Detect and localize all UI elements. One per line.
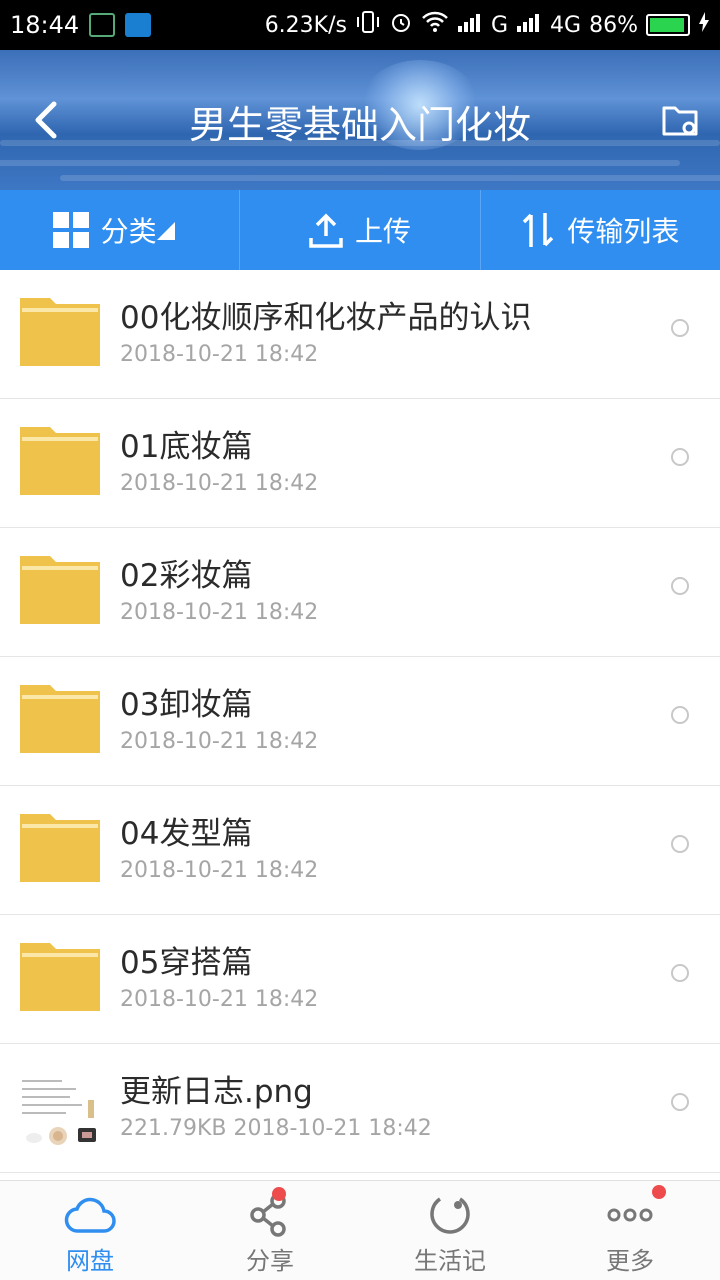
grid-icon [52, 212, 89, 248]
vibrate-icon [355, 10, 381, 40]
battery-icon [646, 14, 690, 36]
nav-label: 更多 [606, 1247, 654, 1275]
signal-icon [457, 11, 483, 39]
select-radio[interactable] [671, 319, 689, 337]
nav-label: 分享 [246, 1247, 294, 1275]
file-list: 00化妆顺序和化妆产品的认识 2018-10-21 18:42 01底妆篇 20… [0, 270, 720, 1173]
app-notification-icon [89, 13, 116, 37]
category-button[interactable]: 分类 [0, 190, 241, 270]
cloud-icon [64, 1197, 116, 1233]
nav-share[interactable]: 分享 [180, 1181, 360, 1280]
folder-icon [20, 556, 100, 624]
alarm-icon [389, 10, 413, 40]
share-icon [250, 1193, 286, 1237]
select-radio[interactable] [671, 1093, 689, 1111]
nav-label: 生活记 [414, 1247, 486, 1275]
folder-icon [20, 943, 100, 1011]
select-radio[interactable] [671, 964, 689, 982]
folder-icon [20, 298, 100, 366]
list-item[interactable]: 03卸妆篇 2018-10-21 18:42 [0, 657, 720, 786]
page-title: 男生零基础入门化妆 [188, 103, 531, 147]
image-thumbnail [18, 1070, 104, 1150]
nav-cloud-drive[interactable]: 网盘 [0, 1181, 180, 1280]
signal-icon-2 [516, 11, 542, 39]
battery-percent: 86% [589, 12, 638, 38]
folder-icon [20, 427, 100, 495]
network-type-2: 4G [550, 12, 582, 38]
clock: 18:44 [10, 11, 80, 39]
charging-icon [698, 11, 710, 39]
upload-label: 上传 [354, 215, 411, 248]
file-name: 00化妆顺序和化妆产品的认识 [120, 300, 532, 336]
bottom-navigation: 网盘 分享 生活记 更多 [0, 1180, 720, 1280]
nav-label: 网盘 [66, 1247, 114, 1275]
life-record-icon [430, 1197, 470, 1234]
header: 男生零基础入门化妆 [0, 50, 720, 190]
header-wave [60, 175, 720, 181]
network-type-1: G [490, 12, 509, 38]
notification-badge [652, 1185, 666, 1199]
file-name: 03卸妆篇 [120, 687, 253, 723]
file-name: 更新日志.png [120, 1074, 313, 1110]
file-meta: 2018-10-21 18:42 [120, 858, 319, 883]
transfer-arrows-icon [523, 213, 554, 247]
upload-button[interactable]: 上传 [240, 190, 481, 270]
folder-icon [20, 814, 100, 882]
transfer-label: 传输列表 [567, 215, 680, 248]
upload-icon [309, 213, 343, 248]
select-radio[interactable] [671, 448, 689, 466]
file-meta: 2018-10-21 18:42 [120, 729, 319, 754]
file-name: 05穿搭篇 [120, 945, 253, 981]
list-item[interactable]: 04发型篇 2018-10-21 18:42 [0, 786, 720, 915]
wifi-icon [421, 11, 449, 39]
file-name: 02彩妆篇 [120, 558, 253, 594]
action-toolbar: 分类 上传 传输列表 [0, 190, 720, 270]
list-item[interactable]: 05穿搭篇 2018-10-21 18:42 [0, 915, 720, 1044]
select-radio[interactable] [671, 835, 689, 853]
file-meta: 221.79KB 2018-10-21 18:42 [120, 1116, 432, 1141]
file-name: 01底妆篇 [120, 429, 253, 465]
status-bar: 18:44 6.23K/s G 4G 86% [0, 0, 720, 50]
file-meta: 2018-10-21 18:42 [120, 342, 319, 367]
list-item[interactable]: 00化妆顺序和化妆产品的认识 2018-10-21 18:42 [0, 270, 720, 399]
dropdown-triangle-icon [156, 214, 187, 247]
file-meta: 2018-10-21 18:42 [120, 987, 319, 1012]
folder-settings-icon[interactable] [660, 100, 700, 140]
list-item[interactable]: 02彩妆篇 2018-10-21 18:42 [0, 528, 720, 657]
file-name: 04发型篇 [120, 816, 253, 852]
file-meta: 2018-10-21 18:42 [120, 471, 319, 496]
nav-life[interactable]: 生活记 [360, 1181, 540, 1280]
list-item[interactable]: 更新日志.png 221.79KB 2018-10-21 18:42 [0, 1044, 720, 1173]
header-wave [0, 160, 680, 166]
network-speed: 6.23K/s [264, 12, 347, 38]
nav-more[interactable]: 更多 [540, 1181, 720, 1280]
more-icon [607, 1208, 653, 1222]
select-radio[interactable] [671, 577, 689, 595]
transfer-list-button[interactable]: 传输列表 [481, 190, 720, 270]
category-label: 分类 [100, 215, 157, 248]
notification-badge [272, 1187, 286, 1201]
back-button[interactable] [24, 96, 68, 144]
select-radio[interactable] [671, 706, 689, 724]
screenshot-notification-icon [125, 13, 152, 37]
file-meta: 2018-10-21 18:42 [120, 600, 319, 625]
folder-icon [20, 685, 100, 753]
list-item[interactable]: 01底妆篇 2018-10-21 18:42 [0, 399, 720, 528]
